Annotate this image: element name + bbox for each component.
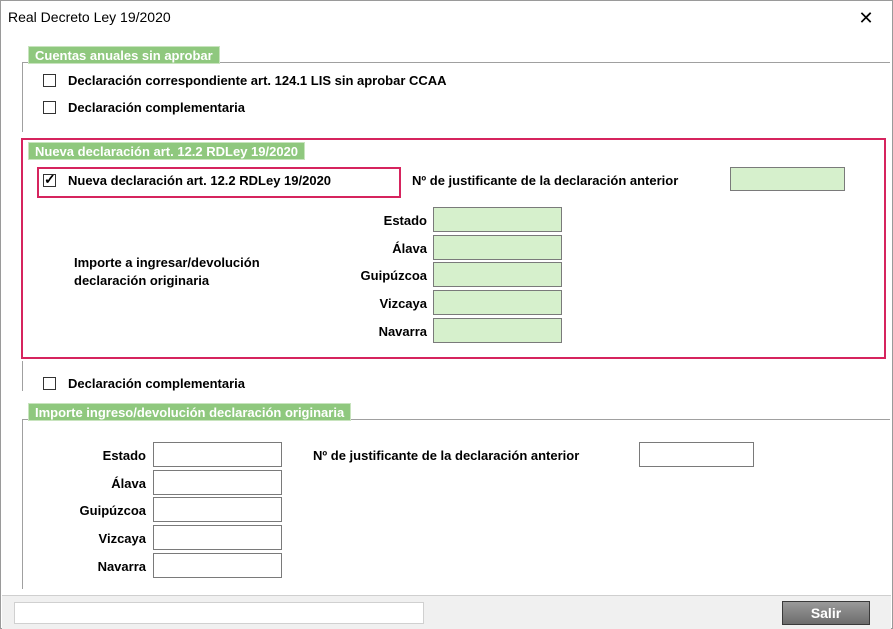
importe-label-line1: Importe a ingresar/devolución — [74, 255, 260, 270]
input-vizcaya-3[interactable] — [153, 525, 282, 550]
checkbox-complementaria-1-label: Declaración complementaria — [68, 100, 246, 115]
field-label-guipuzcoa-2: Guipúzcoa — [360, 268, 427, 283]
checkbox-complementaria-2[interactable] — [43, 377, 56, 390]
checkbox-row-complementaria-2[interactable]: Declaración complementaria — [43, 376, 245, 391]
input-vizcaya-2[interactable] — [433, 290, 562, 315]
checkbox-row-nueva-declaracion[interactable]: Nueva declaración art. 12.2 RDLey 19/202… — [43, 171, 332, 188]
exit-button[interactable]: Salir — [782, 601, 870, 625]
field-label-guipuzcoa-3: Guipúzcoa — [79, 503, 146, 518]
field-label-vizcaya-3: Vizcaya — [98, 531, 146, 546]
justificante-input-1[interactable] — [730, 167, 845, 191]
section1-header: Cuentas anuales sin aprobar — [28, 46, 220, 64]
field-label-alava-2: Álava — [392, 241, 427, 256]
field-label-navarra-3: Navarra — [97, 559, 146, 574]
input-navarra-2[interactable] — [433, 318, 562, 343]
checkbox-complementaria-1[interactable] — [43, 101, 56, 114]
dialog-window: Real Decreto Ley 19/2020 ✕ Cuentas anual… — [0, 0, 893, 629]
input-guipuzcoa-3[interactable] — [153, 497, 282, 522]
field-label-estado-3: Estado — [102, 448, 146, 463]
checkbox-124-lis[interactable] — [43, 74, 56, 87]
justificante-label-1: Nº de justificante de la declaración ant… — [412, 173, 679, 188]
field-label-alava-3: Álava — [111, 476, 146, 491]
section3-header: Importe ingreso/devolución declaración o… — [28, 403, 352, 421]
section2-header: Nueva declaración art. 12.2 RDLey 19/202… — [28, 142, 306, 160]
justificante-label-2: Nº de justificante de la declaración ant… — [313, 448, 580, 463]
title-bar: Real Decreto Ley 19/2020 ✕ — [1, 1, 892, 35]
section1-border-left — [22, 62, 23, 132]
checkbox-row-complementaria-1[interactable]: Declaración complementaria — [43, 100, 245, 115]
checkbox-nueva-declaracion-label: Nueva declaración art. 12.2 RDLey 19/202… — [68, 173, 332, 188]
importe-label-line2: declaración originaria — [74, 273, 210, 288]
window-title: Real Decreto Ley 19/2020 — [8, 9, 171, 25]
input-alava-2[interactable] — [433, 235, 562, 260]
section3-border-left — [22, 419, 23, 589]
checkbox-complementaria-2-label: Declaración complementaria — [68, 376, 246, 391]
field-label-navarra-2: Navarra — [378, 324, 427, 339]
left-border-mid — [22, 361, 23, 391]
status-field — [14, 602, 424, 624]
field-label-estado-2: Estado — [383, 213, 427, 228]
justificante-input-2[interactable] — [639, 442, 754, 467]
input-guipuzcoa-2[interactable] — [433, 262, 562, 287]
input-navarra-3[interactable] — [153, 553, 282, 578]
footer-bar: Salir — [2, 595, 891, 629]
input-estado-2[interactable] — [433, 207, 562, 232]
close-icon[interactable]: ✕ — [846, 3, 886, 33]
dialog-body: Cuentas anuales sin aprobar Declaración … — [2, 35, 891, 595]
input-alava-3[interactable] — [153, 470, 282, 495]
input-estado-3[interactable] — [153, 442, 282, 467]
checkbox-nueva-declaracion[interactable] — [43, 171, 56, 188]
checkbox-124-lis-label: Declaración correspondiente art. 124.1 L… — [68, 73, 447, 88]
field-label-vizcaya-2: Vizcaya — [379, 296, 427, 311]
checkbox-row-124-lis[interactable]: Declaración correspondiente art. 124.1 L… — [43, 73, 447, 88]
